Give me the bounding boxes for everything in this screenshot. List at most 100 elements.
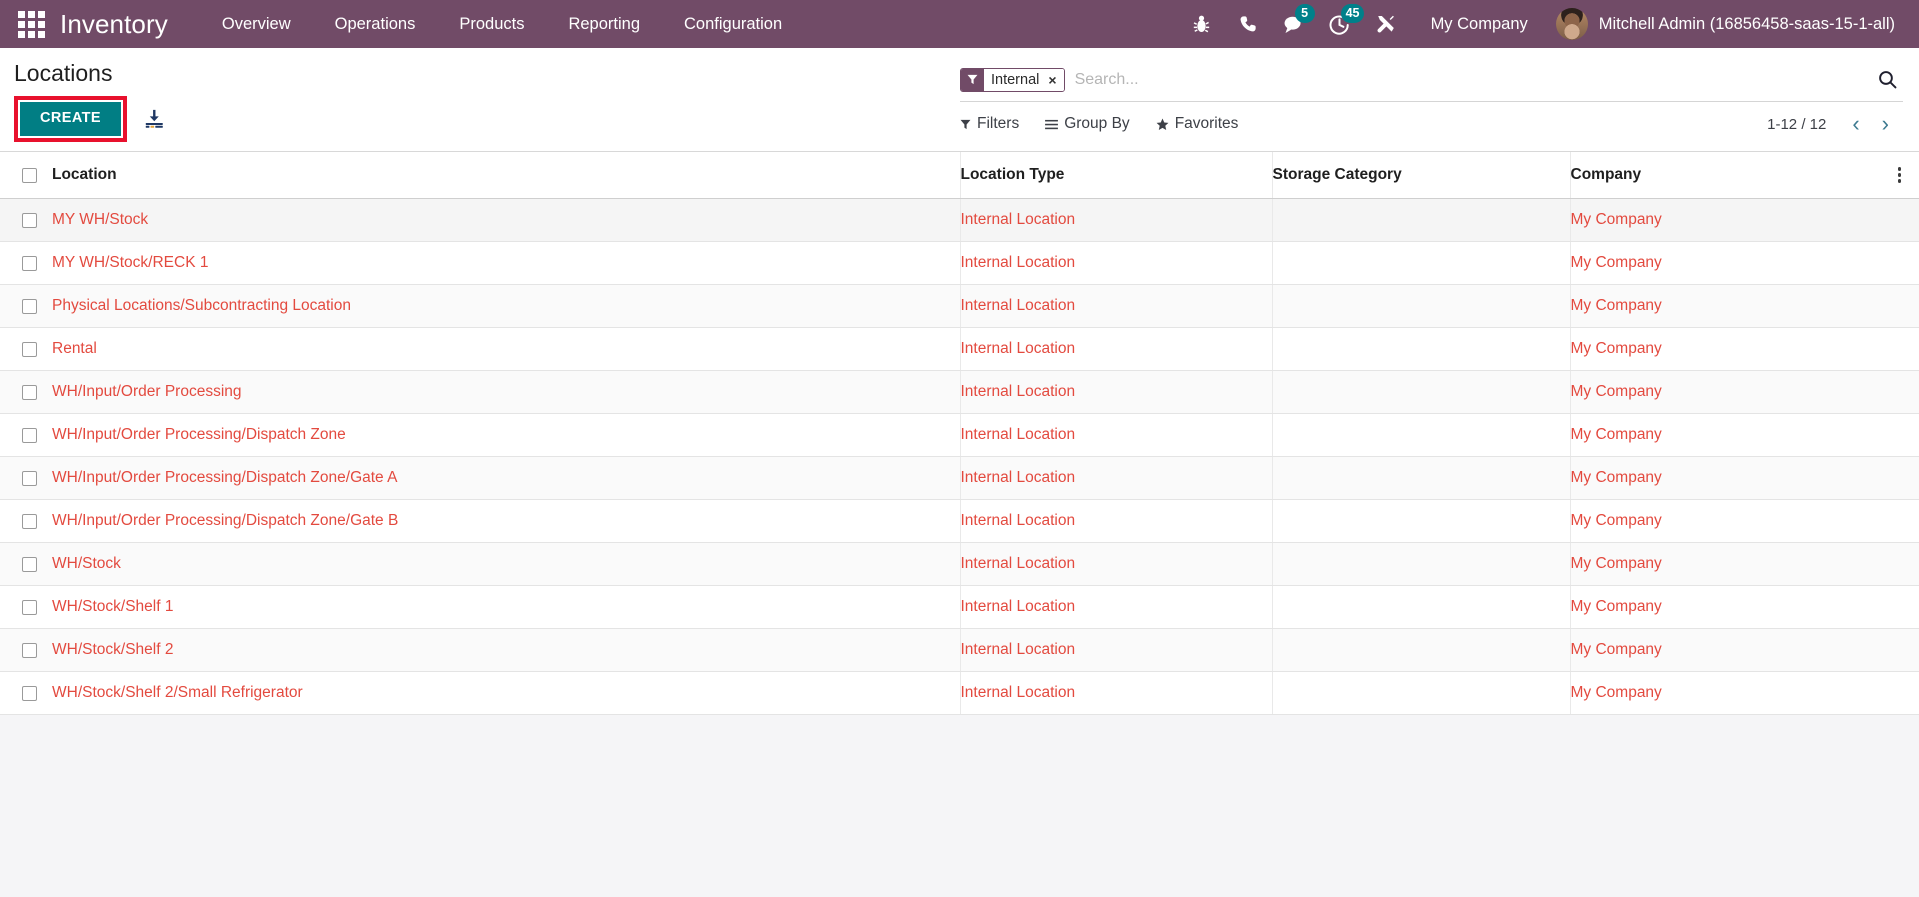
cell-location-type: Internal Location xyxy=(959,671,1272,715)
column-header-storage-category[interactable]: Storage Category xyxy=(1271,152,1570,199)
table-row[interactable]: WH/Stock/Shelf 2/Small Refrigerator Inter… xyxy=(0,671,1919,715)
row-select-cell xyxy=(0,671,52,715)
cell-storage-category xyxy=(1271,327,1570,371)
row-select-cell xyxy=(0,284,52,328)
cell-location[interactable]: WH/Stock xyxy=(52,542,960,586)
table-row[interactable]: WH/Stock/Shelf 2 Internal Location My Comp… xyxy=(0,628,1919,672)
table-row[interactable]: MY WH/Stock/RECK 1 Internal Location My Co… xyxy=(0,241,1919,285)
group-by-dropdown[interactable]: Group By xyxy=(1045,115,1130,133)
table-row[interactable]: WH/Input/Order Processing/Dispatch Zone/… xyxy=(0,499,1919,543)
activities-clock-icon[interactable]: 45 xyxy=(1317,0,1365,48)
column-header-location[interactable]: Location xyxy=(52,152,960,199)
nav-item-overview[interactable]: Overview xyxy=(200,0,313,48)
user-menu[interactable]: Mitchell Admin (16856458-saas-15-1-all) xyxy=(1548,8,1909,40)
row-checkbox[interactable] xyxy=(22,255,37,271)
group-by-label: Group By xyxy=(1064,115,1130,132)
row-checkbox[interactable] xyxy=(22,642,37,658)
app-brand-inventory[interactable]: Inventory xyxy=(60,9,168,40)
row-checkbox[interactable] xyxy=(22,212,37,228)
cell-storage-category xyxy=(1271,413,1570,457)
apps-grid-icon[interactable] xyxy=(14,7,48,41)
search-input[interactable] xyxy=(1068,70,1868,89)
cell-location[interactable]: WH/Input/Order Processing/Dispatch Zone/… xyxy=(52,499,960,543)
nav-item-configuration[interactable]: Configuration xyxy=(662,0,804,48)
cell-storage-category xyxy=(1271,456,1570,500)
cell-location-type: Internal Location xyxy=(959,370,1272,414)
create-button[interactable]: CREATE xyxy=(20,102,121,136)
cell-location[interactable]: WH/Stock/Shelf 1 xyxy=(52,585,960,629)
row-options-cell xyxy=(1880,585,1919,629)
cell-location[interactable]: WH/Input/Order Processing/Dispatch Zone/… xyxy=(52,456,960,500)
row-checkbox[interactable] xyxy=(22,556,37,572)
table-row[interactable]: WH/Input/Order Processing/Dispatch Zone/… xyxy=(0,456,1919,500)
pager-next-button[interactable]: › xyxy=(1872,111,1899,137)
table-row[interactable]: WH/Stock Internal Location My Company xyxy=(0,542,1919,586)
cell-location[interactable]: MY WH/Stock/RECK 1 xyxy=(52,241,960,285)
column-header-company[interactable]: Company xyxy=(1569,152,1880,199)
cell-location[interactable]: Physical Locations/Subcontracting Locati… xyxy=(52,284,960,328)
pager-previous-button[interactable]: ‹ xyxy=(1842,111,1869,137)
row-select-cell xyxy=(0,198,52,242)
favorites-dropdown[interactable]: Favorites xyxy=(1156,115,1238,133)
magnifier-icon[interactable] xyxy=(1868,70,1903,89)
cell-location-type: Internal Location xyxy=(959,198,1272,242)
table-row[interactable]: WH/Stock/Shelf 1 Internal Location My Comp… xyxy=(0,585,1919,629)
search-filter-bar: Filters Group By Favorites 1-12 / 12 ‹ › xyxy=(960,102,1903,146)
search-facet-internal[interactable]: Internal × xyxy=(960,67,1065,92)
table-row[interactable]: WH/Input/Order Processing/Dispatch Zone I… xyxy=(0,413,1919,457)
cell-location-type: Internal Location xyxy=(959,542,1272,586)
import-records-icon[interactable] xyxy=(143,108,165,130)
row-checkbox[interactable] xyxy=(22,470,37,486)
column-header-location-type[interactable]: Location Type xyxy=(959,152,1272,199)
page-title: Locations xyxy=(14,60,113,86)
phone-icon[interactable] xyxy=(1225,0,1271,48)
bug-icon[interactable] xyxy=(1179,0,1225,48)
control-panel-actions: CREATE xyxy=(14,96,165,142)
row-checkbox[interactable] xyxy=(22,513,37,529)
select-all-checkbox[interactable] xyxy=(22,167,37,183)
cell-location[interactable]: WH/Input/Order Processing/Dispatch Zone xyxy=(52,413,960,457)
company-switcher[interactable]: My Company xyxy=(1409,15,1548,34)
filter-funnel-icon xyxy=(961,68,984,91)
table-row[interactable]: MY WH/Stock Internal Location My Company xyxy=(0,198,1919,242)
nav-item-products[interactable]: Products xyxy=(437,0,546,48)
table-row[interactable]: Rental Internal Location My Company xyxy=(0,327,1919,371)
cell-location-type: Internal Location xyxy=(959,628,1272,672)
row-checkbox[interactable] xyxy=(22,427,37,443)
row-options-cell xyxy=(1880,241,1919,285)
row-select-cell xyxy=(0,499,52,543)
row-options-cell xyxy=(1880,198,1919,242)
table-head: Location Location Type Storage Category … xyxy=(0,152,1919,199)
cell-location-type: Internal Location xyxy=(959,327,1272,371)
filters-label: Filters xyxy=(977,115,1020,132)
search-facet-remove-icon[interactable]: × xyxy=(1044,68,1064,91)
create-button-highlight: CREATE xyxy=(14,96,127,142)
cell-storage-category xyxy=(1271,585,1570,629)
nav-item-operations[interactable]: Operations xyxy=(313,0,438,48)
cell-company: My Company xyxy=(1569,198,1880,242)
table-row[interactable]: WH/Input/Order Processing Internal Locati… xyxy=(0,370,1919,414)
activities-badge: 45 xyxy=(1340,4,1365,23)
table-row[interactable]: Physical Locations/Subcontracting Locati… xyxy=(0,284,1919,328)
messages-badge: 5 xyxy=(1294,4,1315,23)
cell-location[interactable]: MY WH/Stock xyxy=(52,198,960,242)
messages-icon[interactable]: 5 xyxy=(1271,0,1317,48)
cell-company: My Company xyxy=(1569,413,1880,457)
cell-location[interactable]: WH/Input/Order Processing xyxy=(52,370,960,414)
cell-location[interactable]: Rental xyxy=(52,327,960,371)
row-options-cell xyxy=(1880,499,1919,543)
row-checkbox[interactable] xyxy=(22,685,37,701)
cell-location[interactable]: WH/Stock/Shelf 2 xyxy=(52,628,960,672)
row-checkbox[interactable] xyxy=(22,298,37,314)
cell-company: My Company xyxy=(1569,370,1880,414)
row-select-cell xyxy=(0,628,52,672)
filters-dropdown[interactable]: Filters xyxy=(960,115,1019,133)
tools-icon[interactable] xyxy=(1363,0,1409,48)
row-checkbox[interactable] xyxy=(22,599,37,615)
column-options-icon[interactable] xyxy=(1880,167,1919,183)
row-checkbox[interactable] xyxy=(22,341,37,357)
nav-item-reporting[interactable]: Reporting xyxy=(546,0,662,48)
cell-location-type: Internal Location xyxy=(959,241,1272,285)
cell-location[interactable]: WH/Stock/Shelf 2/Small Refrigerator xyxy=(52,671,960,715)
row-checkbox[interactable] xyxy=(22,384,37,400)
